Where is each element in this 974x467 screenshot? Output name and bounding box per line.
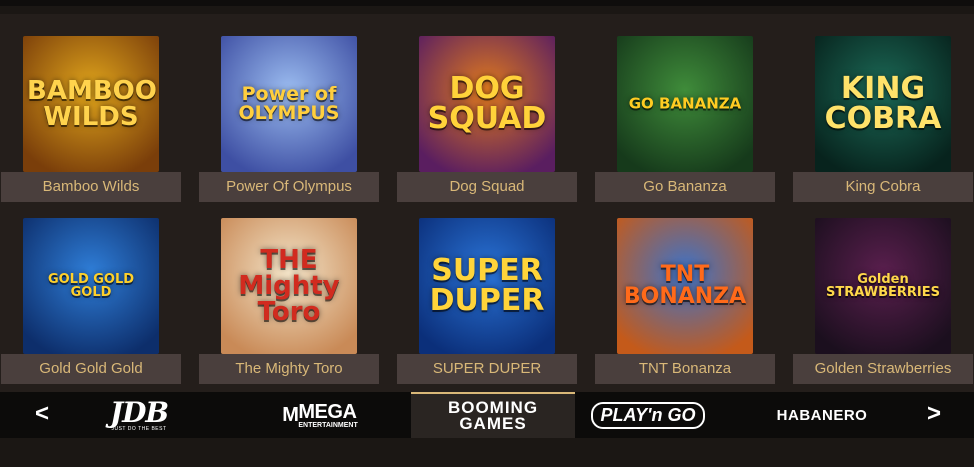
game-logo-line: SUPER: [431, 253, 543, 288]
game-logo-text: SUPER DUPER: [419, 256, 555, 316]
game-tile[interactable]: THE Mighty Toro The Mighty Toro: [199, 218, 379, 386]
game-thumbnail[interactable]: THE Mighty Toro: [221, 218, 357, 354]
game-tile[interactable]: GO BANANZA Go Bananza: [595, 36, 775, 204]
game-title[interactable]: Bamboo Wilds: [1, 172, 181, 202]
game-title[interactable]: King Cobra: [793, 172, 973, 202]
game-title[interactable]: Dog Squad: [397, 172, 577, 202]
game-logo-line: GOLD GOLD GOLD: [47, 272, 135, 300]
game-logo-text: Golden STRAWBERRIES: [815, 273, 951, 299]
game-grid: BAMBOO WILDS Bamboo Wilds Power of OLYMPUS Po…: [0, 14, 974, 392]
game-logo-line: TNT: [660, 262, 710, 287]
game-logo-line: DOG: [449, 71, 525, 106]
game-title[interactable]: The Mighty Toro: [199, 354, 379, 384]
game-tile[interactable]: KING COBRA King Cobra: [793, 36, 973, 204]
game-logo-line: BAMBOO: [27, 76, 157, 106]
provider-booming[interactable]: BOOMING GAMES: [411, 392, 575, 438]
provider-mega[interactable]: M MEGA ENTERTAINMENT: [262, 392, 378, 438]
game-tile[interactable]: Golden STRAWBERRIES Golden Strawberries: [793, 218, 973, 386]
mega-m-icon: M: [282, 403, 299, 426]
game-thumbnail[interactable]: Golden STRAWBERRIES: [815, 218, 951, 354]
game-logo-line: STRAWBERRIES: [826, 285, 940, 300]
game-tile[interactable]: GOLD GOLD GOLD Gold Gold Gold: [1, 218, 181, 386]
game-title[interactable]: TNT Bonanza: [595, 354, 775, 384]
provider-playngo[interactable]: PLAY'n GO: [590, 392, 706, 438]
provider-carousel: < JDB JUST DO THE BEST M MEGA ENTERTAINM…: [0, 392, 974, 438]
game-thumbnail[interactable]: SUPER DUPER: [419, 218, 555, 354]
provider-jdb-logo: JDB: [109, 395, 169, 429]
games-panel: BAMBOO WILDS Bamboo Wilds Power of OLYMPUS Po…: [0, 14, 974, 392]
game-logo-text: TNT BONANZA: [617, 264, 753, 308]
game-logo-text: KING COBRA: [815, 74, 951, 134]
game-logo-text: Power of OLYMPUS: [221, 85, 357, 123]
game-logo-line: THE: [260, 245, 318, 275]
game-thumbnail[interactable]: TNT BONANZA: [617, 218, 753, 354]
game-tile[interactable]: SUPER DUPER SUPER DUPER: [397, 218, 577, 386]
game-logo-line: BONANZA: [623, 284, 747, 309]
provider-habanero-logo: HABANERO: [776, 406, 868, 424]
game-thumbnail[interactable]: GOLD GOLD GOLD: [23, 218, 159, 354]
game-logo-text: DOG SQUAD: [419, 74, 555, 134]
game-logo-line: COBRA: [824, 101, 942, 136]
game-logo-text: BAMBOO WILDS: [23, 78, 159, 130]
game-logo-line: KING: [840, 71, 926, 106]
carousel-prev-button[interactable]: <: [22, 392, 62, 438]
top-bar: [0, 0, 974, 6]
carousel-next-button[interactable]: >: [914, 392, 954, 438]
game-logo-line: WILDS: [43, 102, 139, 132]
game-tile[interactable]: DOG SQUAD Dog Squad: [397, 36, 577, 204]
game-title[interactable]: Golden Strawberries: [793, 354, 973, 384]
game-logo-line: Mighty: [238, 271, 340, 301]
game-thumbnail[interactable]: GO BANANZA: [617, 36, 753, 172]
game-tile[interactable]: TNT BONANZA TNT Bonanza: [595, 218, 775, 386]
game-logo-line: Toro: [257, 297, 321, 327]
provider-mega-tagline: ENTERTAINMENT: [298, 421, 358, 429]
provider-mega-logo: MEGA: [298, 400, 357, 423]
game-logo-line: SQUAD: [427, 101, 547, 136]
bottom-area: [0, 438, 974, 467]
game-logo-text: GOLD GOLD GOLD: [23, 273, 159, 299]
game-logo-line: GO BANANZA: [628, 94, 742, 113]
game-thumbnail[interactable]: Power of OLYMPUS: [221, 36, 357, 172]
provider-playngo-logo: PLAY'n GO: [590, 401, 706, 429]
game-title[interactable]: SUPER DUPER: [397, 354, 577, 384]
game-title[interactable]: Power Of Olympus: [199, 172, 379, 202]
game-logo-text: GO BANANZA: [617, 94, 753, 113]
game-thumbnail[interactable]: BAMBOO WILDS: [23, 36, 159, 172]
game-title[interactable]: Go Bananza: [595, 172, 775, 202]
game-thumbnail[interactable]: KING COBRA: [815, 36, 951, 172]
provider-jdb[interactable]: JDB JUST DO THE BEST: [84, 392, 194, 438]
game-tile[interactable]: BAMBOO WILDS Bamboo Wilds: [1, 36, 181, 204]
game-logo-line: OLYMPUS: [238, 102, 340, 124]
provider-jdb-tagline: JUST DO THE BEST: [111, 425, 167, 432]
game-tile[interactable]: Power of OLYMPUS Power Of Olympus: [199, 36, 379, 204]
provider-habanero[interactable]: HABANERO: [752, 392, 892, 438]
game-logo-line: DUPER: [429, 283, 545, 318]
game-title[interactable]: Gold Gold Gold: [1, 354, 181, 384]
game-logo-text: THE Mighty Toro: [221, 247, 357, 325]
provider-booming-tagline: GAMES: [459, 414, 527, 433]
game-thumbnail[interactable]: DOG SQUAD: [419, 36, 555, 172]
